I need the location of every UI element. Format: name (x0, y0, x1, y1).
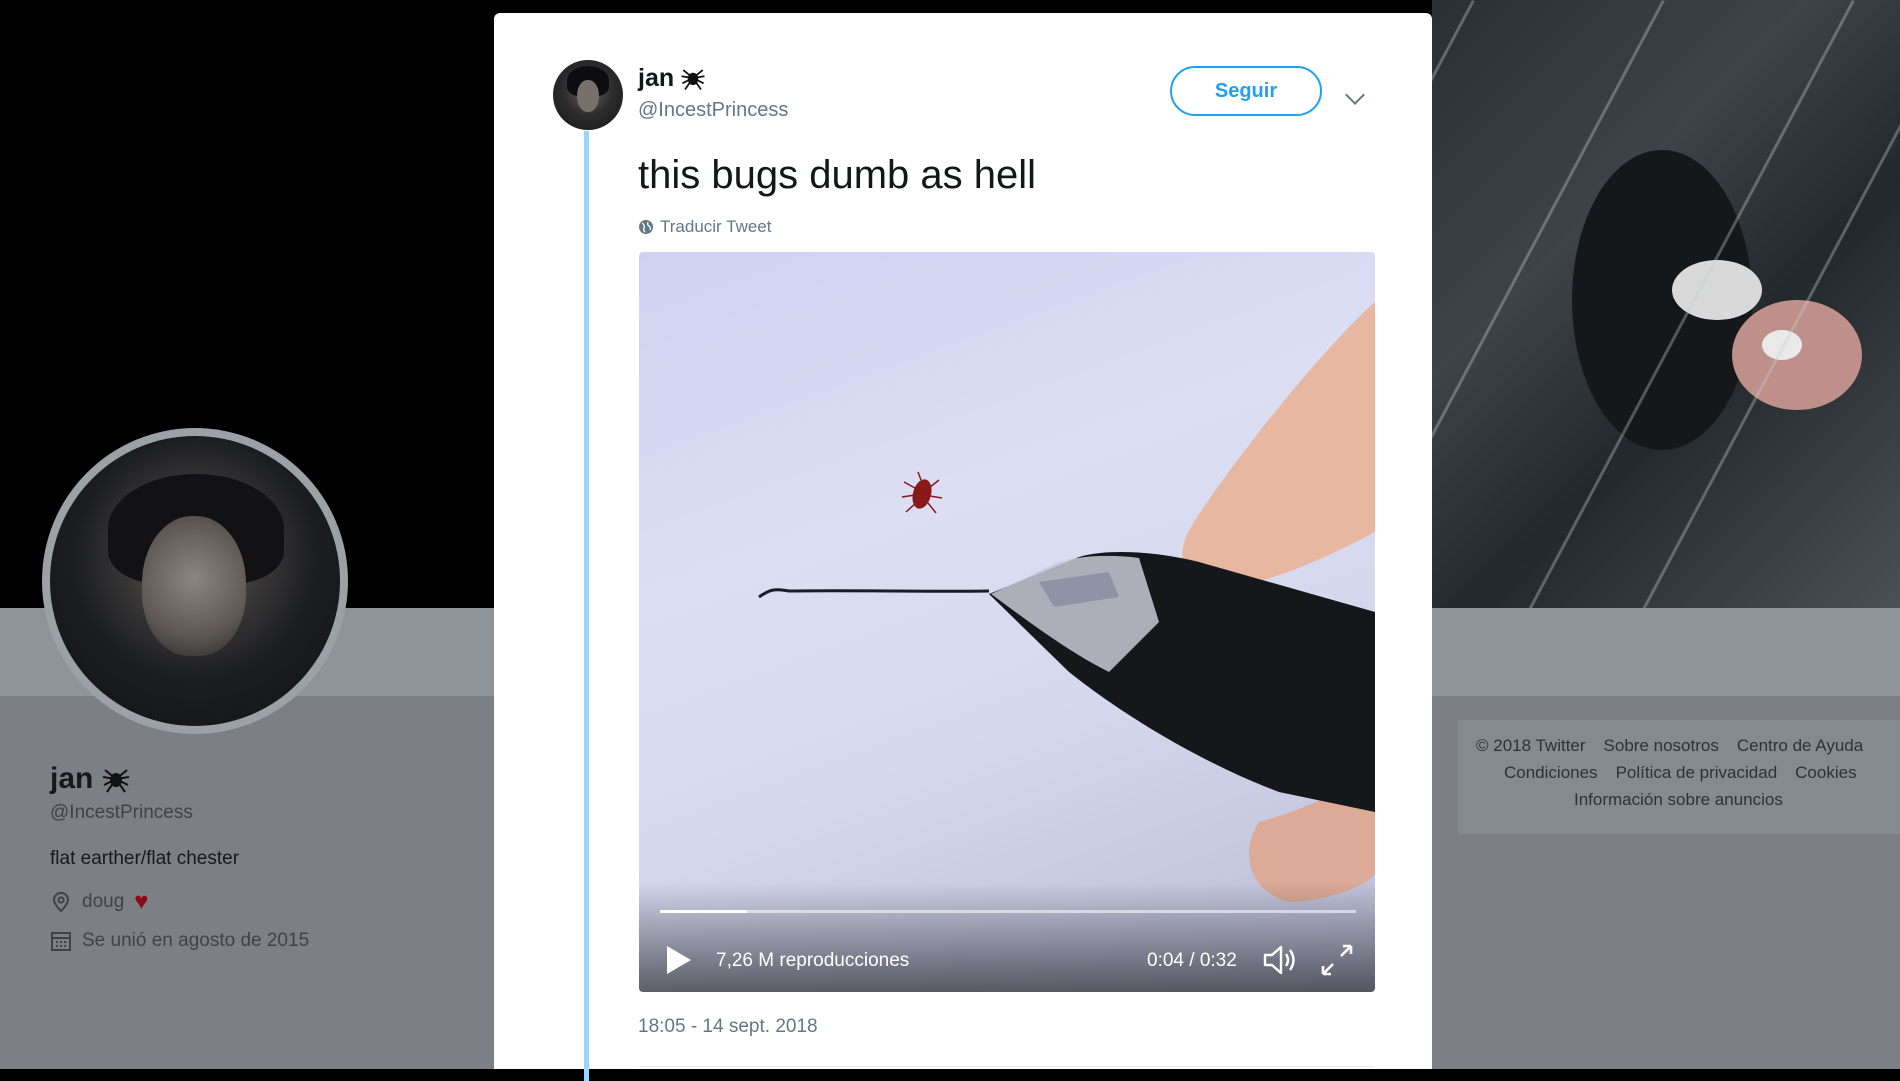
footer-row-2: Condiciones Política de privacidad Cooki… (1504, 763, 1857, 783)
video-view-count: 7,26 M reproducciones (716, 950, 910, 971)
footer-link-about[interactable]: Sobre nosotros (1604, 736, 1719, 756)
footer-link-terms[interactable]: Condiciones (1504, 763, 1598, 783)
translate-label[interactable]: Traducir Tweet (660, 217, 772, 237)
video-timecode: 0:04 / 0:32 (1147, 950, 1237, 971)
footer-link-help[interactable]: Centro de Ayuda (1737, 736, 1863, 756)
footer-link-privacy[interactable]: Política de privacidad (1616, 763, 1778, 783)
footer-link-ads-info[interactable]: Información sobre anuncios (1574, 790, 1783, 810)
video-player[interactable]: 7,26 M reproducciones 0:04 / 0:32 (639, 252, 1375, 992)
tweet-author-avatar[interactable] (553, 60, 623, 130)
profile-handle[interactable]: @IncestPrincess (50, 802, 309, 824)
calendar-icon (51, 932, 71, 951)
footer-links: © 2018 Twitter Sobre nosotros Centro de … (1458, 720, 1900, 834)
tweet-author-name-text[interactable]: jan (638, 64, 674, 93)
thread-line (584, 131, 589, 1081)
profile-location: doug ♥ (50, 890, 309, 914)
spider-icon (103, 769, 130, 793)
profile-name-text[interactable]: jan (50, 762, 93, 796)
video-progress-bar[interactable] (660, 910, 1356, 913)
video-frame (758, 302, 1375, 902)
video-progress-fill (660, 910, 747, 913)
heart-icon: ♥ (134, 888, 149, 915)
globe-icon (639, 220, 653, 234)
follow-button[interactable]: Seguir (1170, 66, 1322, 116)
tweet-author-name[interactable]: jan (638, 63, 708, 93)
tweet-timestamp[interactable]: 18:05 - 14 sept. 2018 (638, 1016, 818, 1038)
tweet-text: this bugs dumb as hell (638, 153, 1037, 197)
avatar-face (577, 80, 599, 112)
volume-icon[interactable] (1261, 942, 1301, 978)
footer-row-3: Información sobre anuncios (1574, 790, 1783, 810)
profile-name[interactable]: jan (50, 762, 309, 796)
profile-bio: flat earther/flat chester (50, 848, 240, 869)
footer-copyright: © 2018 Twitter (1476, 736, 1586, 755)
divider (638, 1066, 1374, 1067)
tweet-author-handle[interactable]: @IncestPrincess (638, 99, 788, 122)
footer-link-cookies[interactable]: Cookies (1795, 763, 1856, 783)
profile-info: jan @IncestPrincess flat earther/flat ch… (50, 762, 309, 952)
profile-avatar[interactable] (42, 428, 348, 734)
location-pin-icon (52, 891, 70, 913)
chevron-down-icon[interactable] (1345, 85, 1365, 105)
footer-row-1: © 2018 Twitter Sobre nosotros Centro de … (1476, 736, 1863, 756)
header-artwork (1432, 0, 1900, 608)
tweet-modal: jan @IncestPrincess Seguir this bugs dum… (494, 13, 1432, 1081)
play-icon[interactable] (663, 944, 693, 976)
spider-icon (681, 69, 705, 90)
fullscreen-icon[interactable] (1319, 942, 1355, 978)
avatar-image (50, 436, 340, 726)
joined-text: Se unió en agosto de 2015 (82, 930, 310, 951)
avatar-face (142, 516, 246, 656)
translate-tweet-link[interactable]: Traducir Tweet (638, 217, 772, 237)
profile-joined: Se unió en agosto de 2015 (50, 930, 309, 952)
location-text: doug (82, 891, 125, 912)
